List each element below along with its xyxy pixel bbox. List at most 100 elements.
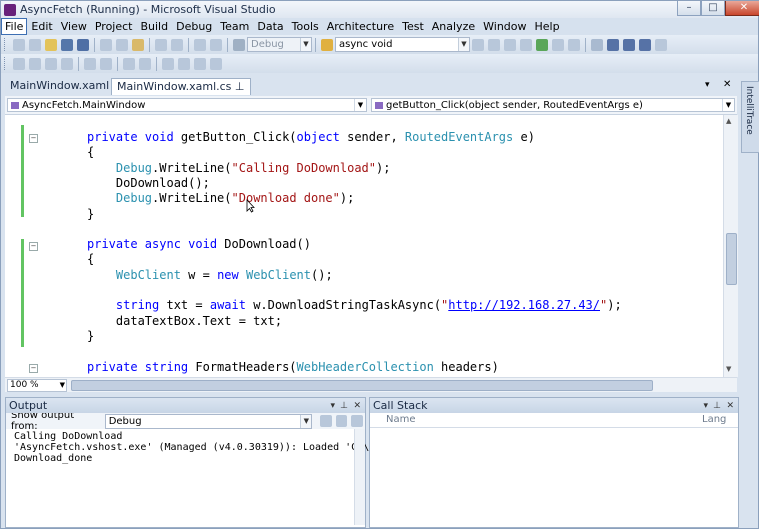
editor-vertical-scrollbar[interactable]: ▲ ▼ <box>723 115 738 377</box>
menu-analyze[interactable]: Analyze <box>428 18 479 35</box>
collapse-outline-icon[interactable]: − <box>29 242 38 251</box>
code-line[interactable]: Debug.WriteLine("Download done"); <box>87 191 354 206</box>
next-bookmark-icon[interactable] <box>194 57 206 70</box>
toolbar-grip[interactable] <box>4 38 8 51</box>
menu-edit[interactable]: Edit <box>27 18 56 35</box>
increase-indent-icon[interactable] <box>100 57 112 70</box>
comment-out-icon[interactable] <box>123 57 135 70</box>
display-word-completion-icon[interactable] <box>61 57 73 70</box>
continue-icon[interactable] <box>591 38 603 51</box>
solution-explorer-icon[interactable] <box>472 38 484 51</box>
close-icon[interactable]: ✕ <box>353 399 361 414</box>
add-item-icon[interactable] <box>29 38 41 51</box>
start-page-icon[interactable] <box>552 38 564 51</box>
member-dropdown[interactable]: getButton_Click(object sender, RoutedEve… <box>371 98 735 112</box>
code-line[interactable]: { <box>87 252 94 267</box>
solution-configuration-combo[interactable]: Debug ▼ <box>247 37 312 52</box>
tab-mainwindow-xaml[interactable]: MainWindow.xaml ⊥ <box>5 78 127 94</box>
menu-team[interactable]: Team <box>216 18 253 35</box>
new-project-icon[interactable] <box>13 38 25 51</box>
menu-window[interactable]: Window <box>479 18 530 35</box>
menu-build[interactable]: Build <box>136 18 172 35</box>
menu-tools[interactable]: Tools <box>288 18 323 35</box>
break-all-icon[interactable] <box>607 38 619 51</box>
code-line[interactable]: private void getButton_Click(object send… <box>87 130 535 145</box>
code-line[interactable]: private string FormatHeaders(WebHeaderCo… <box>87 360 499 375</box>
menu-test[interactable]: Test <box>398 18 428 35</box>
collapse-outline-icon[interactable]: − <box>29 134 38 143</box>
menu-help[interactable]: Help <box>531 18 564 35</box>
pin-icon[interactable]: ⊥ <box>713 399 721 414</box>
scroll-up-icon[interactable]: ▲ <box>726 117 731 125</box>
code-line[interactable]: dataTextBox.Text = txt; <box>87 314 282 329</box>
editor-horizontal-scrollbar[interactable]: 100 % ▼ <box>5 377 737 392</box>
clear-all-icon[interactable] <box>335 415 348 427</box>
code-line[interactable]: DoDownload(); <box>87 176 210 191</box>
copy-icon[interactable] <box>116 38 128 51</box>
pin-icon[interactable]: ⊥ <box>340 399 348 414</box>
find-message-icon[interactable] <box>320 415 332 427</box>
display-parameter-info-icon[interactable] <box>29 57 41 70</box>
code-line[interactable]: string txt = await w.DownloadStringTaskA… <box>87 298 622 313</box>
dropdown-icon[interactable]: ▾ <box>330 399 335 414</box>
zoom-combo[interactable]: 100 % ▼ <box>7 379 67 392</box>
start-debugging-icon[interactable] <box>233 38 245 51</box>
extension-manager-icon[interactable] <box>536 38 548 51</box>
column-name[interactable]: Name <box>386 414 416 425</box>
minimize-button[interactable]: – <box>677 1 701 16</box>
code-line[interactable]: { <box>87 145 94 160</box>
restart-icon[interactable] <box>639 38 651 51</box>
close-button[interactable]: ✕ <box>725 1 759 16</box>
menu-project[interactable]: Project <box>91 18 137 35</box>
menu-architecture[interactable]: Architecture <box>323 18 398 35</box>
menu-file[interactable]: File <box>1 18 28 35</box>
code-line[interactable]: } <box>87 207 94 222</box>
clear-bookmarks-icon[interactable] <box>210 57 222 70</box>
stop-debugging-icon[interactable] <box>623 38 635 51</box>
dropdown-icon[interactable]: ▾ <box>703 399 708 414</box>
paste-icon[interactable] <box>132 38 144 51</box>
save-all-icon[interactable] <box>77 38 89 51</box>
scroll-down-icon[interactable]: ▼ <box>726 365 731 373</box>
navigate-forward-icon[interactable] <box>210 38 222 51</box>
pin-icon[interactable]: ⊥ <box>235 80 245 93</box>
intellitrace-side-tab[interactable]: IntelliTrace <box>741 81 759 153</box>
decrease-indent-icon[interactable] <box>84 57 96 70</box>
cut-icon[interactable] <box>100 38 112 51</box>
open-folder-icon[interactable] <box>45 38 57 51</box>
other-windows-icon[interactable] <box>568 38 580 51</box>
output-scrollbar[interactable] <box>354 429 365 525</box>
navigate-backward-icon[interactable] <box>194 38 206 51</box>
close-document-icon[interactable]: ✕ <box>723 79 731 90</box>
find-combo[interactable]: async void ▼ <box>335 37 470 52</box>
menu-view[interactable]: View <box>57 18 91 35</box>
previous-bookmark-icon[interactable] <box>178 57 190 70</box>
toggle-bookmark-icon[interactable] <box>162 57 174 70</box>
toolbox-icon[interactable] <box>520 38 532 51</box>
output-text[interactable]: Calling DoDownload 'AsyncFetch.vshost.exe… <box>6 429 411 464</box>
properties-icon[interactable] <box>488 38 500 51</box>
code-line[interactable]: Debug.WriteLine("Calling DoDownload"); <box>87 161 391 176</box>
code-line[interactable]: WebClient w = new WebClient(); <box>87 268 333 283</box>
save-icon[interactable] <box>61 38 73 51</box>
step-into-icon[interactable] <box>655 38 667 51</box>
type-dropdown[interactable]: AsyncFetch.MainWindow ▼ <box>7 98 367 112</box>
maximize-button[interactable]: □ <box>701 1 725 16</box>
menu-debug[interactable]: Debug <box>172 18 216 35</box>
tab-dropdown-icon[interactable]: ▾ <box>705 80 710 90</box>
output-source-combo[interactable]: Debug ▼ <box>104 413 313 429</box>
close-icon[interactable]: ✕ <box>726 399 734 414</box>
column-language[interactable]: Lang <box>702 414 726 425</box>
uncomment-icon[interactable] <box>139 57 151 70</box>
scroll-thumb[interactable] <box>726 233 737 285</box>
horizontal-scroll-thumb[interactable] <box>71 380 653 391</box>
display-object-member-list-icon[interactable] <box>13 57 25 70</box>
object-browser-icon[interactable] <box>504 38 516 51</box>
menu-data[interactable]: Data <box>253 18 287 35</box>
toolbar-grip[interactable] <box>4 57 8 70</box>
find-in-files-icon[interactable] <box>321 38 333 51</box>
code-line[interactable]: } <box>87 329 94 344</box>
collapse-outline-icon[interactable]: − <box>29 364 38 373</box>
tab-mainwindow-xaml-cs[interactable]: MainWindow.xaml.cs ⊥ <box>111 78 251 95</box>
undo-icon[interactable] <box>155 38 167 51</box>
